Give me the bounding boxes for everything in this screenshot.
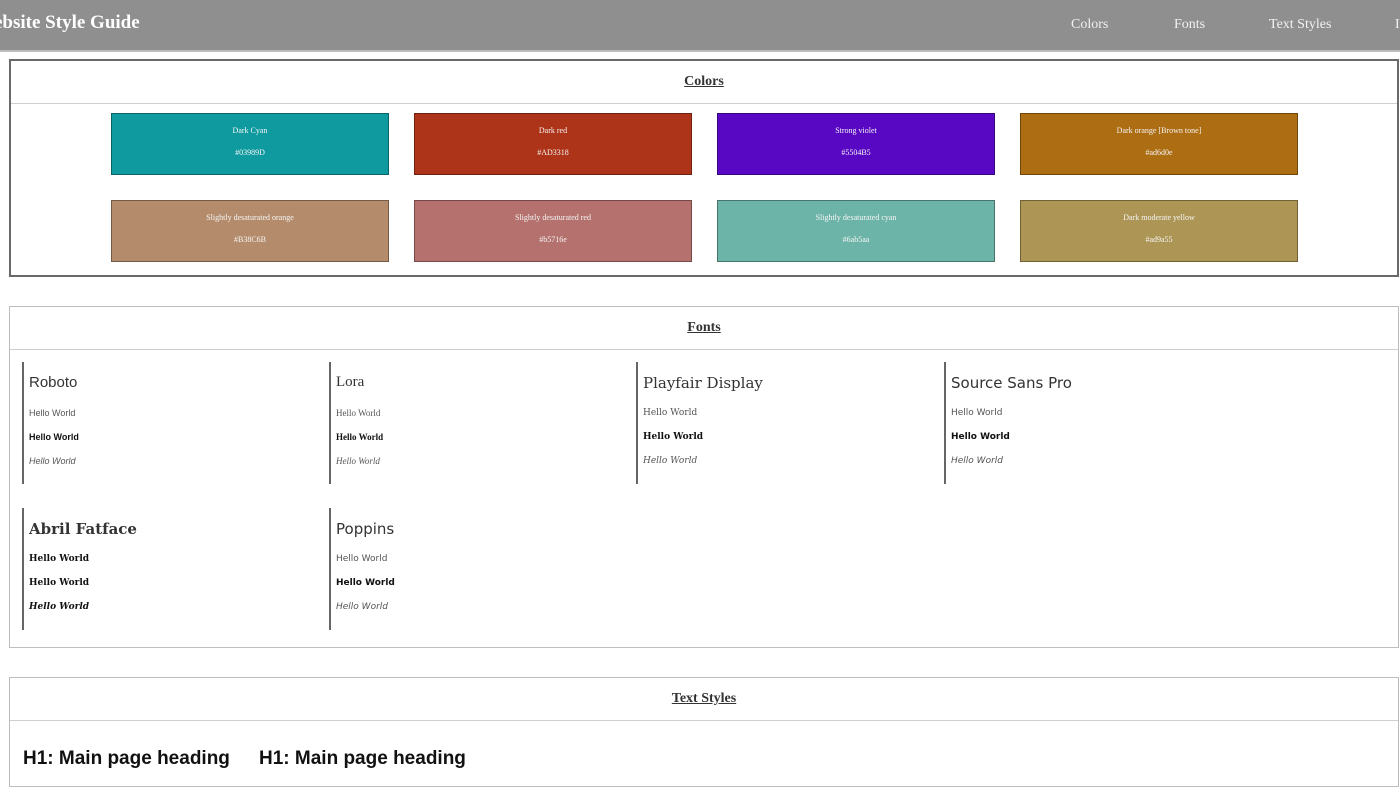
- color-name: Slightly desaturated cyan: [815, 213, 897, 222]
- nav-link-overflow[interactable]: I: [1395, 17, 1400, 33]
- color-hex: #B38C6B: [233, 235, 266, 244]
- font-sample-italic: Hello World: [336, 456, 380, 466]
- colors-heading: Colors: [11, 61, 1397, 104]
- font-sample-regular: Hello World: [951, 408, 1003, 418]
- top-navigation-bar: ebsite Style Guide Colors Fonts Text Sty…: [0, 0, 1400, 52]
- font-card-playfair-display: Playfair Display Hello World Hello World…: [636, 362, 936, 484]
- site-title: ebsite Style Guide: [0, 12, 140, 33]
- font-name: Source Sans Pro: [951, 374, 1072, 392]
- color-hex: #b5716e: [539, 235, 567, 244]
- nav-link-fonts[interactable]: Fonts: [1174, 17, 1205, 33]
- color-swatch: Dark orange [Brown tone] #ad6d0e: [1020, 113, 1298, 175]
- color-name: Dark orange [Brown tone]: [1116, 126, 1202, 135]
- font-name: Lora: [336, 374, 365, 390]
- text-styles-heading: Text Styles: [10, 678, 1398, 721]
- font-card-roboto: Roboto Hello World Hello World Hello Wor…: [22, 362, 322, 484]
- font-card-lora: Lora Hello World Hello World Hello World: [329, 362, 629, 484]
- font-sample-regular: Hello World: [336, 554, 388, 564]
- color-hex: #03989D: [235, 148, 265, 157]
- font-sample-italic: Hello World: [643, 456, 698, 466]
- nav-link-text-styles[interactable]: Text Styles: [1269, 17, 1331, 33]
- color-hex: #ad6d0e: [1145, 148, 1173, 157]
- color-hex: #6ab5aa: [842, 235, 870, 244]
- font-name: Abril Fatface: [29, 520, 137, 538]
- color-swatch: Slightly desaturated red #b5716e: [414, 200, 692, 262]
- font-sample-regular: Hello World: [29, 408, 76, 418]
- font-card-source-sans-pro: Source Sans Pro Hello World Hello World …: [944, 362, 1244, 484]
- text-styles-section: Text Styles: [9, 677, 1399, 787]
- color-hex: #ad9a55: [1145, 235, 1173, 244]
- color-swatch: Slightly desaturated orange #B38C6B: [111, 200, 389, 262]
- font-name: Poppins: [336, 520, 395, 538]
- color-swatch: Slightly desaturated cyan #6ab5aa: [717, 200, 995, 262]
- font-sample-bold: Hello World: [643, 432, 704, 442]
- font-sample-bold: Hello World: [336, 578, 395, 588]
- font-sample-italic: Hello World: [29, 602, 90, 612]
- font-sample-regular: Hello World: [29, 554, 90, 564]
- font-card-poppins: Poppins Hello World Hello World Hello Wo…: [329, 508, 629, 630]
- nav-link-colors[interactable]: Colors: [1071, 17, 1108, 33]
- color-hex: #5504B5: [841, 148, 871, 157]
- color-name: Strong violet: [835, 126, 877, 135]
- color-name: Slightly desaturated orange: [206, 213, 294, 222]
- color-swatch: Dark Cyan #03989D: [111, 113, 389, 175]
- font-sample-italic: Hello World: [951, 456, 1003, 466]
- color-name: Slightly desaturated red: [515, 213, 591, 222]
- h1-sample-2: H1: Main page heading: [259, 748, 466, 769]
- color-swatch: Dark moderate yellow #ad9a55: [1020, 200, 1298, 262]
- color-name: Dark Cyan: [232, 126, 268, 135]
- font-sample-bold: Hello World: [951, 432, 1010, 442]
- font-name: Playfair Display: [643, 374, 763, 392]
- color-name: Dark moderate yellow: [1123, 213, 1195, 222]
- font-sample-italic: Hello World: [336, 602, 388, 612]
- color-swatch: Strong violet #5504B5: [717, 113, 995, 175]
- color-name: Dark red: [538, 126, 568, 135]
- h1-sample-1: H1: Main page heading: [23, 748, 230, 769]
- font-sample-regular: Hello World: [643, 408, 698, 418]
- font-sample-bold: Hello World: [29, 432, 79, 442]
- font-card-abril-fatface: Abril Fatface Hello World Hello World He…: [22, 508, 322, 630]
- font-sample-italic: Hello World: [29, 456, 76, 466]
- font-sample-bold: Hello World: [29, 578, 90, 588]
- color-hex: #AD3318: [537, 148, 569, 157]
- color-swatch: Dark red #AD3318: [414, 113, 692, 175]
- fonts-heading: Fonts: [10, 307, 1398, 350]
- font-name: Roboto: [29, 374, 78, 391]
- font-sample-bold: Hello World: [336, 432, 384, 442]
- font-sample-regular: Hello World: [336, 408, 381, 418]
